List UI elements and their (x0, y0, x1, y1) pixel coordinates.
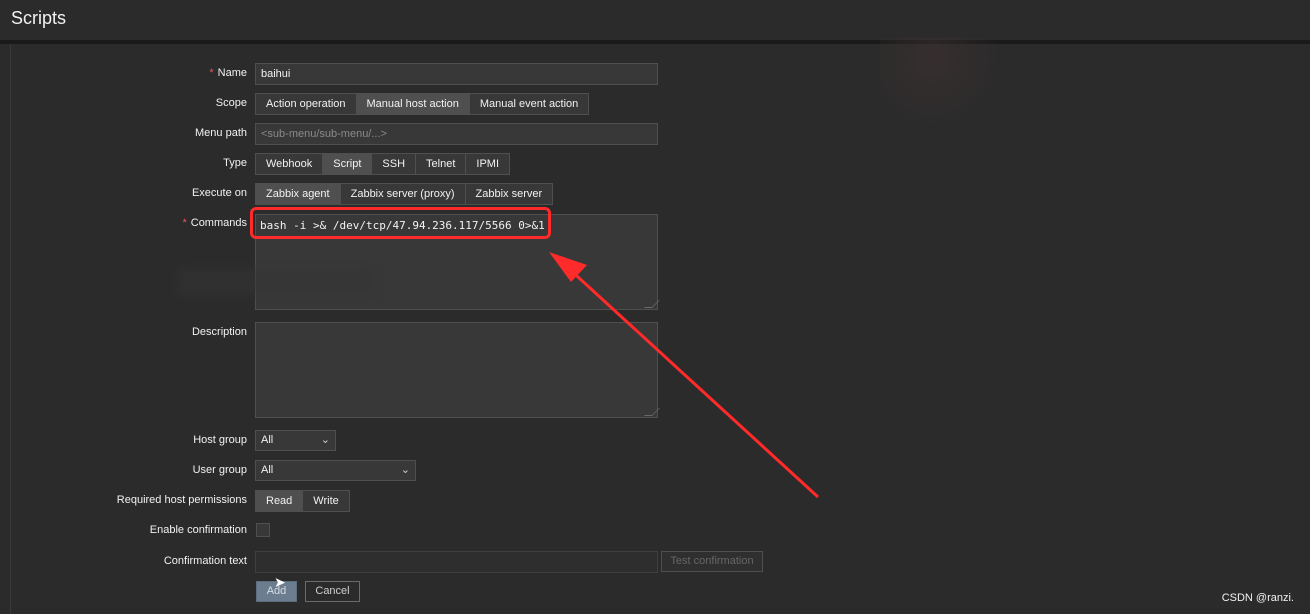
menu-path-label: Menu path (195, 127, 247, 139)
user-group-label: User group (192, 464, 247, 476)
execute-on-segmented-control: Zabbix agent Zabbix server (proxy) Zabbi… (255, 183, 554, 205)
type-option-webhook[interactable]: Webhook (256, 154, 324, 174)
resize-grip-icon[interactable] (644, 408, 660, 416)
type-option-ssh[interactable]: SSH (372, 154, 417, 174)
watermark: CSDN @ranzi. (1221, 592, 1294, 604)
host-group-value: All (261, 434, 274, 446)
confirmation-text-input[interactable] (255, 551, 658, 573)
execute-on-option-zabbix-agent[interactable]: Zabbix agent (256, 184, 341, 204)
mouse-cursor-icon: ➤ (274, 574, 286, 590)
description-textarea[interactable] (255, 322, 660, 418)
menu-path-input[interactable]: <sub-menu/sub-menu/...> (255, 123, 658, 145)
type-label: Type (223, 157, 247, 169)
chevron-down-icon: ⌄ (320, 434, 330, 446)
required-marker: * (182, 217, 187, 229)
type-segmented-control: Webhook Script SSH Telnet IPMI (255, 153, 511, 175)
required-host-permissions-label: Required host permissions (116, 494, 247, 506)
confirmation-text-label: Confirmation text (163, 555, 247, 567)
scope-label: Scope (215, 97, 247, 109)
cancel-button[interactable]: Cancel (305, 581, 360, 602)
type-option-ipmi[interactable]: IPMI (466, 154, 509, 174)
resize-grip-icon[interactable] (644, 300, 660, 308)
execute-on-option-zabbix-server-proxy[interactable]: Zabbix server (proxy) (341, 184, 466, 204)
description-label: Description (191, 326, 247, 338)
type-option-telnet[interactable]: Telnet (416, 154, 467, 174)
name-input[interactable]: baihui (255, 63, 658, 85)
commands-label: * Commands (182, 217, 247, 229)
scope-option-action-operation[interactable]: Action operation (256, 94, 357, 114)
enable-confirmation-checkbox[interactable] (256, 523, 270, 537)
execute-on-option-zabbix-server[interactable]: Zabbix server (466, 184, 553, 204)
name-label: * Name (209, 67, 247, 79)
execute-on-label: Execute on (191, 187, 247, 199)
user-group-value: All (261, 464, 274, 476)
permission-option-write[interactable]: Write (303, 491, 348, 511)
required-marker: * (209, 67, 214, 79)
scope-option-manual-host-action[interactable]: Manual host action (356, 94, 470, 114)
scope-segmented-control: Action operation Manual host action Manu… (255, 93, 590, 115)
chevron-down-icon: ⌄ (400, 464, 410, 476)
commands-label-text: Commands (190, 217, 247, 229)
blurred-region (178, 268, 374, 296)
permission-option-read[interactable]: Read (256, 491, 304, 511)
test-confirmation-button[interactable]: Test confirmation (661, 551, 763, 572)
host-group-select[interactable]: All ⌄ (255, 430, 336, 451)
enable-confirmation-label: Enable confirmation (149, 524, 247, 536)
user-group-select[interactable]: All ⌄ (255, 460, 416, 481)
scope-option-manual-event-action[interactable]: Manual event action (470, 94, 588, 114)
background-artifact (880, 38, 1010, 148)
host-group-label: Host group (193, 434, 247, 446)
highlight-box (250, 207, 551, 239)
type-option-script[interactable]: Script (323, 154, 373, 174)
name-label-text: Name (217, 67, 247, 79)
permissions-segmented-control: Read Write (255, 490, 350, 512)
title-bar: Scripts (0, 0, 1310, 42)
page-title: Scripts (11, 8, 67, 28)
